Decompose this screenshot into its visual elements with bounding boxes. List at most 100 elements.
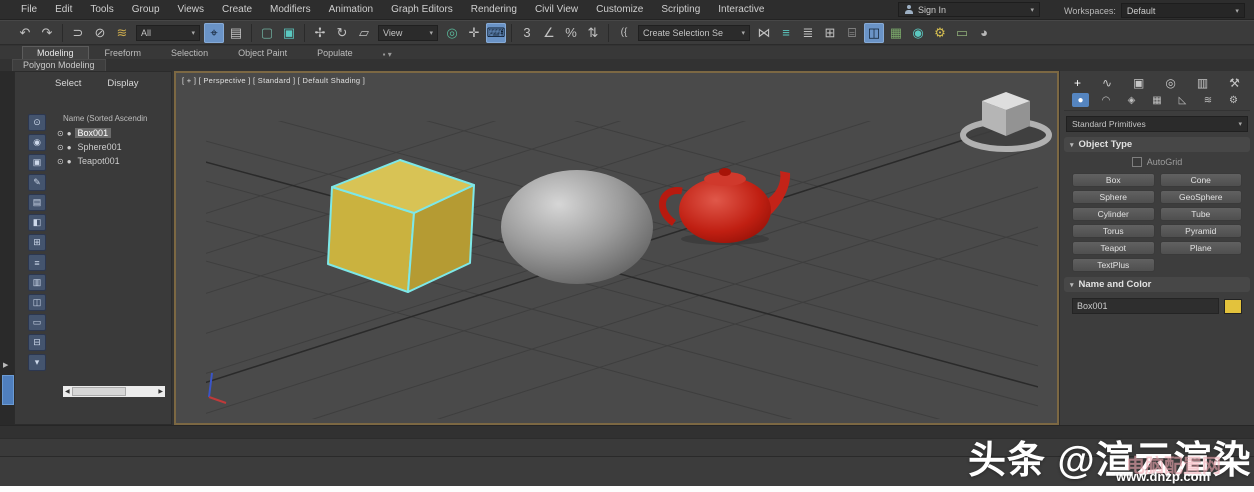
explorer-tool-icon[interactable]: ⊟ (28, 334, 46, 351)
menu-item[interactable]: Civil View (526, 1, 587, 18)
ribbon-tab[interactable]: Modeling (22, 46, 89, 59)
polygon-modeling-panel[interactable]: Polygon Modeling (12, 59, 106, 71)
teapot-object[interactable] (659, 168, 791, 245)
select-and-scale-icon[interactable]: ▱ (354, 23, 374, 43)
mirror-icon[interactable]: ⋈ (754, 23, 774, 43)
selection-filter-dropdown[interactable]: All ▾ (136, 24, 200, 41)
box-object[interactable] (327, 159, 475, 293)
render-setup-icon[interactable]: ⚙ (930, 23, 950, 43)
utilities-tab[interactable]: ⚒ (1229, 76, 1240, 90)
scene-explorer-toggle-icon[interactable]: ⊞ (820, 23, 840, 43)
select-and-rotate-icon[interactable]: ↻ (332, 23, 352, 43)
curve-editor-icon[interactable]: ◫ (864, 22, 884, 43)
menu-item[interactable]: Rendering (462, 1, 526, 18)
create-tab[interactable]: + (1074, 76, 1081, 90)
explorer-row[interactable]: ⊙ ● Sphere001 (49, 140, 168, 154)
use-pivot-point-center-icon[interactable]: ◎ (442, 23, 462, 43)
object-name-field[interactable]: Box001 (1072, 298, 1219, 314)
rendered-frame-icon[interactable]: ▭ (952, 23, 972, 43)
explorer-horizontal-scrollbar[interactable]: ◀ ▶ (63, 386, 165, 397)
workspace-select[interactable]: Default ▾ (1120, 3, 1245, 18)
sign-in-button[interactable]: Sign In ▾ (898, 2, 1040, 17)
explorer-tool-icon[interactable]: ◉ (28, 134, 46, 151)
primitive-button[interactable]: Sphere (1072, 190, 1155, 204)
cameras-tab[interactable]: ▦ (1149, 93, 1166, 107)
window-crossing-icon[interactable]: ▣ (279, 23, 299, 43)
primitive-button[interactable]: GeoSphere (1159, 190, 1242, 204)
object-dot-icon[interactable]: ● (67, 157, 72, 166)
keyboard-shortcut-override-icon[interactable]: ⌨ (486, 22, 506, 43)
name-and-color-rollout-header[interactable]: ▾ Name and Color (1064, 277, 1250, 292)
undo-icon[interactable]: ↶ (15, 23, 35, 43)
explorer-tool-icon[interactable]: ≡ (28, 254, 46, 271)
scroll-left-icon[interactable]: ◀ (65, 388, 70, 395)
menu-item[interactable]: Create (213, 1, 261, 18)
shapes-tab[interactable]: ◠ (1098, 93, 1115, 107)
explorer-column-header[interactable]: Name (Sorted Ascendin (49, 114, 168, 123)
ribbon-tab[interactable]: Selection (157, 47, 222, 59)
viewport-canvas[interactable] (176, 73, 1057, 423)
autogrid-checkbox[interactable] (1131, 157, 1142, 167)
explorer-tool-icon[interactable]: ▥ (28, 274, 46, 291)
explorer-tool-icon[interactable]: ⊞ (28, 234, 46, 251)
menu-item[interactable]: Views (169, 1, 214, 18)
material-editor-icon[interactable]: ◉ (908, 23, 928, 43)
select-by-name-icon[interactable]: ▤ (226, 23, 246, 43)
explorer-row[interactable]: ⊙ ● Box001 (49, 126, 168, 140)
modify-tab[interactable]: ∿ (1102, 76, 1112, 90)
geometry-tab[interactable]: ● (1072, 93, 1089, 107)
primitive-button[interactable]: Pyramid (1159, 224, 1242, 238)
render-production-icon[interactable]: ◕ (974, 23, 994, 43)
explorer-tool-icon[interactable]: ⊙ (28, 114, 46, 131)
primitive-category-dropdown[interactable]: Standard Primitives ▾ (1066, 116, 1248, 132)
explorer-menu[interactable]: Select (55, 78, 81, 89)
object-type-rollout-header[interactable]: ▾ Object Type (1064, 137, 1250, 152)
menu-item[interactable]: Edit (46, 1, 81, 18)
visibility-eye-icon[interactable]: ⊙ (57, 143, 64, 152)
menu-item[interactable]: Interactive (709, 1, 773, 18)
layer-explorer-icon[interactable]: ≣ (798, 23, 818, 43)
visibility-eye-icon[interactable]: ⊙ (57, 157, 64, 166)
viewport-label[interactable]: [ + ] [ Perspective ] [ Standard ] [ Def… (182, 76, 365, 85)
viewcube[interactable] (960, 92, 1052, 152)
primitive-button[interactable]: Plane (1159, 241, 1242, 255)
primitive-button[interactable]: Tube (1159, 207, 1242, 221)
primitive-button[interactable]: Cone (1159, 173, 1242, 187)
object-color-swatch[interactable] (1224, 298, 1242, 314)
redo-icon[interactable]: ↷ (37, 23, 57, 43)
select-and-move-icon[interactable]: ✢ (310, 23, 330, 43)
ribbon-tab[interactable]: Populate (303, 47, 367, 59)
viewport-layout-tab[interactable] (2, 375, 14, 405)
ribbon-overflow-icon[interactable]: ▪ ▾ (383, 50, 392, 59)
menu-item[interactable]: File (12, 1, 46, 18)
align-icon[interactable]: ≡ (776, 23, 796, 43)
menu-item[interactable]: Group (123, 1, 169, 18)
primitive-button[interactable]: Teapot (1072, 241, 1155, 255)
schematic-view-icon[interactable]: ▦ (886, 23, 906, 43)
named-selection-sets-dropdown[interactable]: Create Selection Se ▾ (638, 24, 750, 41)
systems-tab[interactable]: ⚙ (1225, 93, 1242, 107)
explorer-tool-icon[interactable]: ◫ (28, 294, 46, 311)
explorer-tool-icon[interactable]: ▭ (28, 314, 46, 331)
scroll-right-icon[interactable]: ▶ (158, 388, 163, 395)
menu-item[interactable]: Animation (320, 1, 382, 18)
object-name[interactable]: Box001 (74, 128, 112, 138)
perspective-viewport[interactable]: [ + ] [ Perspective ] [ Standard ] [ Def… (174, 71, 1059, 425)
menu-item[interactable]: Modifiers (261, 1, 320, 18)
menu-item[interactable]: Customize (587, 1, 652, 18)
lights-tab[interactable]: ◈ (1123, 93, 1140, 107)
explorer-tool-icon[interactable]: ◧ (28, 214, 46, 231)
bind-to-space-warp-icon[interactable]: ≋ (112, 23, 132, 43)
helpers-tab[interactable]: ◺ (1174, 93, 1191, 107)
object-dot-icon[interactable]: ● (67, 143, 72, 152)
menu-item[interactable]: Graph Editors (382, 1, 462, 18)
object-name[interactable]: Teapot001 (75, 156, 123, 166)
motion-tab[interactable]: ◎ (1165, 76, 1175, 90)
select-object-icon[interactable]: ⌖ (204, 22, 224, 43)
rectangular-selection-region-icon[interactable]: ▢ (257, 23, 277, 43)
scrollbar-thumb[interactable] (71, 387, 126, 396)
sphere-object[interactable] (501, 170, 653, 284)
object-name[interactable]: Sphere001 (75, 142, 125, 152)
explorer-tool-icon[interactable]: ▾ (28, 354, 46, 371)
object-dot-icon[interactable]: ● (67, 129, 72, 138)
